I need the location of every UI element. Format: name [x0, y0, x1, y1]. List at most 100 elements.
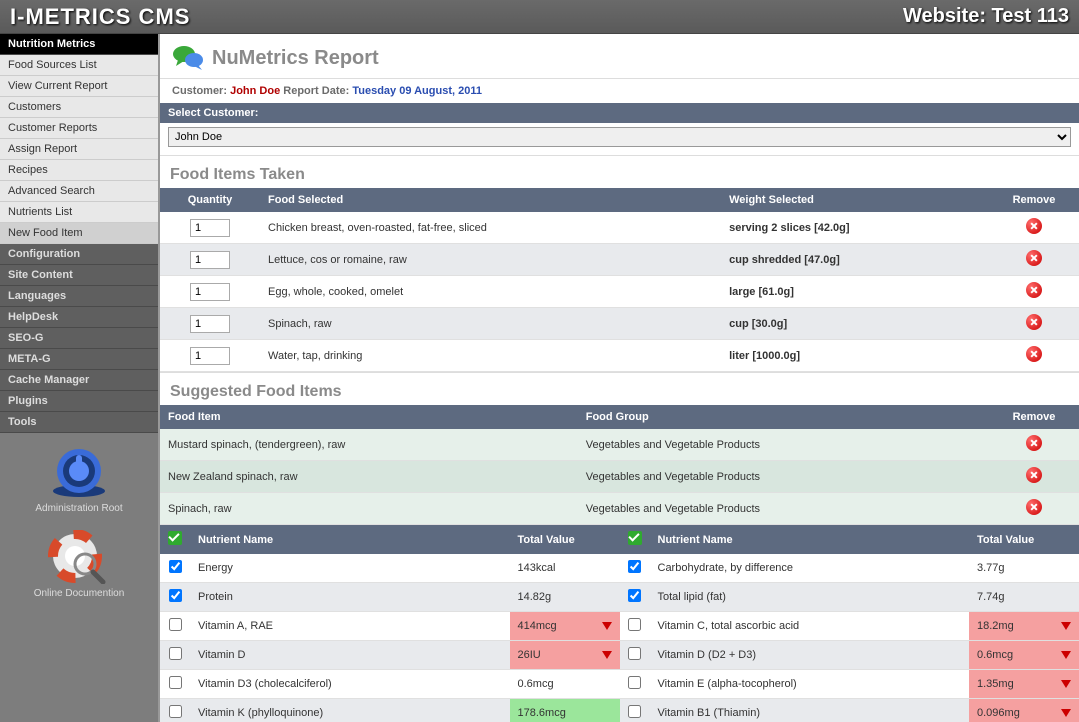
sidebar-section-nutrition[interactable]: Nutrition Metrics: [0, 34, 158, 55]
quantity-input[interactable]: [190, 315, 230, 333]
nutrient-value: 143kcal: [510, 554, 620, 583]
nutrient-checkbox[interactable]: [628, 705, 641, 718]
sidebar-item[interactable]: View Current Report: [0, 76, 158, 97]
food-group: Vegetables and Vegetable Products: [578, 461, 989, 493]
page-title: NuMetrics Report: [212, 47, 379, 70]
nutrient-checkbox[interactable]: [169, 618, 182, 631]
nutrient-value: 1.35mg: [969, 670, 1079, 699]
nutrient-name: Carbohydrate, by difference: [650, 554, 970, 583]
sidebar-section[interactable]: Cache Manager: [0, 370, 158, 391]
sidebar-item[interactable]: Customer Reports: [0, 118, 158, 139]
nutrient-row: Carbohydrate, by difference3.77g: [620, 554, 1079, 583]
food-name: Chicken breast, oven-roasted, fat-free, …: [260, 212, 721, 244]
sidebar-item[interactable]: New Food Item: [0, 223, 158, 244]
nutrient-name: Vitamin C, total ascorbic acid: [650, 612, 970, 641]
table-row: Spinach, rawVegetables and Vegetable Pro…: [160, 493, 1079, 525]
delete-icon[interactable]: [1026, 499, 1042, 515]
food-taken-table: Quantity Food Selected Weight Selected R…: [160, 188, 1079, 372]
nutrient-value: 3.77g: [969, 554, 1079, 583]
delete-icon[interactable]: [1026, 218, 1042, 234]
nutrient-name: Vitamin A, RAE: [190, 612, 510, 641]
nutrient-name: Vitamin E (alpha-tocopherol): [650, 670, 970, 699]
nutrient-row: Vitamin E (alpha-tocopherol)1.35mg: [620, 670, 1079, 699]
nutrient-checkbox[interactable]: [628, 647, 641, 660]
check-all-icon[interactable]: [628, 531, 642, 545]
nutrient-value: 0.6mcg: [510, 670, 620, 699]
sidebar-item[interactable]: Advanced Search: [0, 181, 158, 202]
nutrient-checkbox[interactable]: [169, 560, 182, 573]
table-row: Mustard spinach, (tendergreen), rawVeget…: [160, 429, 1079, 461]
nutrient-row: Vitamin K (phylloquinone)178.6mcg: [160, 699, 620, 722]
delete-icon[interactable]: [1026, 346, 1042, 362]
delete-icon[interactable]: [1026, 250, 1042, 266]
admin-root-tool[interactable]: Administration Root: [0, 433, 158, 518]
sidebar-section[interactable]: Languages: [0, 286, 158, 307]
delete-icon[interactable]: [1026, 314, 1042, 330]
nutrient-checkbox[interactable]: [169, 647, 182, 660]
sidebar-section[interactable]: HelpDesk: [0, 307, 158, 328]
nutrient-name: Vitamin D: [190, 641, 510, 670]
sidebar-section[interactable]: Tools: [0, 412, 158, 433]
report-info: Customer: John Doe Report Date: Tuesday …: [160, 79, 1079, 103]
nutrient-checkbox[interactable]: [169, 589, 182, 602]
lifebuoy-search-icon: [47, 530, 111, 584]
check-all-icon[interactable]: [168, 531, 182, 545]
table-row: Lettuce, cos or romaine, rawcup shredded…: [160, 244, 1079, 276]
select-customer-label: Select Customer:: [160, 103, 1079, 123]
sidebar-item[interactable]: Customers: [0, 97, 158, 118]
nutrient-name: Vitamin D3 (cholecalciferol): [190, 670, 510, 699]
suggested-title: Suggested Food Items: [160, 372, 1079, 405]
table-row: Egg, whole, cooked, omeletlarge [61.0g]: [160, 276, 1079, 308]
nutrient-row: Vitamin B1 (Thiamin)0.096mg: [620, 699, 1079, 722]
nutrient-checkbox[interactable]: [169, 676, 182, 689]
sidebar-item[interactable]: Food Sources List: [0, 55, 158, 76]
nutrient-name: Protein: [190, 583, 510, 612]
nutrients-table: Nutrient Name Total Value Energy143kcalP…: [160, 525, 1079, 722]
sidebar-section[interactable]: Site Content: [0, 265, 158, 286]
nutrient-value: 14.82g: [510, 583, 620, 612]
nutrient-checkbox[interactable]: [628, 618, 641, 631]
sidebar-item[interactable]: Assign Report: [0, 139, 158, 160]
nutrient-row: Vitamin A, RAE414mcg: [160, 612, 620, 641]
quantity-input[interactable]: [190, 283, 230, 301]
nutrient-checkbox[interactable]: [169, 705, 182, 718]
sidebar-section[interactable]: SEO-G: [0, 328, 158, 349]
sidebar-section[interactable]: Plugins: [0, 391, 158, 412]
sidebar-section[interactable]: META-G: [0, 349, 158, 370]
sidebar-item[interactable]: Recipes: [0, 160, 158, 181]
delete-icon[interactable]: [1026, 467, 1042, 483]
nutrient-row: Vitamin C, total ascorbic acid18.2mg: [620, 612, 1079, 641]
food-name: Spinach, raw: [260, 308, 721, 340]
food-item: New Zealand spinach, raw: [160, 461, 578, 493]
nutrient-row: Protein14.82g: [160, 583, 620, 612]
nutrient-row: Vitamin D26IU: [160, 641, 620, 670]
food-item: Spinach, raw: [160, 493, 578, 525]
table-row: Chicken breast, oven-roasted, fat-free, …: [160, 212, 1079, 244]
nutrient-checkbox[interactable]: [628, 589, 641, 602]
food-name: Egg, whole, cooked, omelet: [260, 276, 721, 308]
nutrient-value: 26IU: [510, 641, 620, 670]
nutrient-name: Total lipid (fat): [650, 583, 970, 612]
weight-selected: serving 2 slices [42.0g]: [721, 212, 989, 244]
app-title: I-METRICS CMS: [10, 4, 190, 30]
arrow-down-icon: [1061, 622, 1071, 630]
nutrient-checkbox[interactable]: [628, 560, 641, 573]
food-taken-title: Food Items Taken: [160, 155, 1079, 188]
nutrient-value: 414mcg: [510, 612, 620, 641]
sidebar-section[interactable]: Configuration: [0, 244, 158, 265]
online-doc-tool[interactable]: Online Documention: [0, 518, 158, 603]
nutrient-row: Vitamin D (D2 + D3)0.6mcg: [620, 641, 1079, 670]
quantity-input[interactable]: [190, 219, 230, 237]
sidebar-item[interactable]: Nutrients List: [0, 202, 158, 223]
weight-selected: cup [30.0g]: [721, 308, 989, 340]
customer-select[interactable]: John Doe: [168, 127, 1071, 147]
nutrient-value: 7.74g: [969, 583, 1079, 612]
weight-selected: liter [1000.0g]: [721, 340, 989, 372]
nutrient-checkbox[interactable]: [628, 676, 641, 689]
delete-icon[interactable]: [1026, 282, 1042, 298]
food-item: Mustard spinach, (tendergreen), raw: [160, 429, 578, 461]
quantity-input[interactable]: [190, 347, 230, 365]
nutrient-row: Total lipid (fat)7.74g: [620, 583, 1079, 612]
quantity-input[interactable]: [190, 251, 230, 269]
delete-icon[interactable]: [1026, 435, 1042, 451]
